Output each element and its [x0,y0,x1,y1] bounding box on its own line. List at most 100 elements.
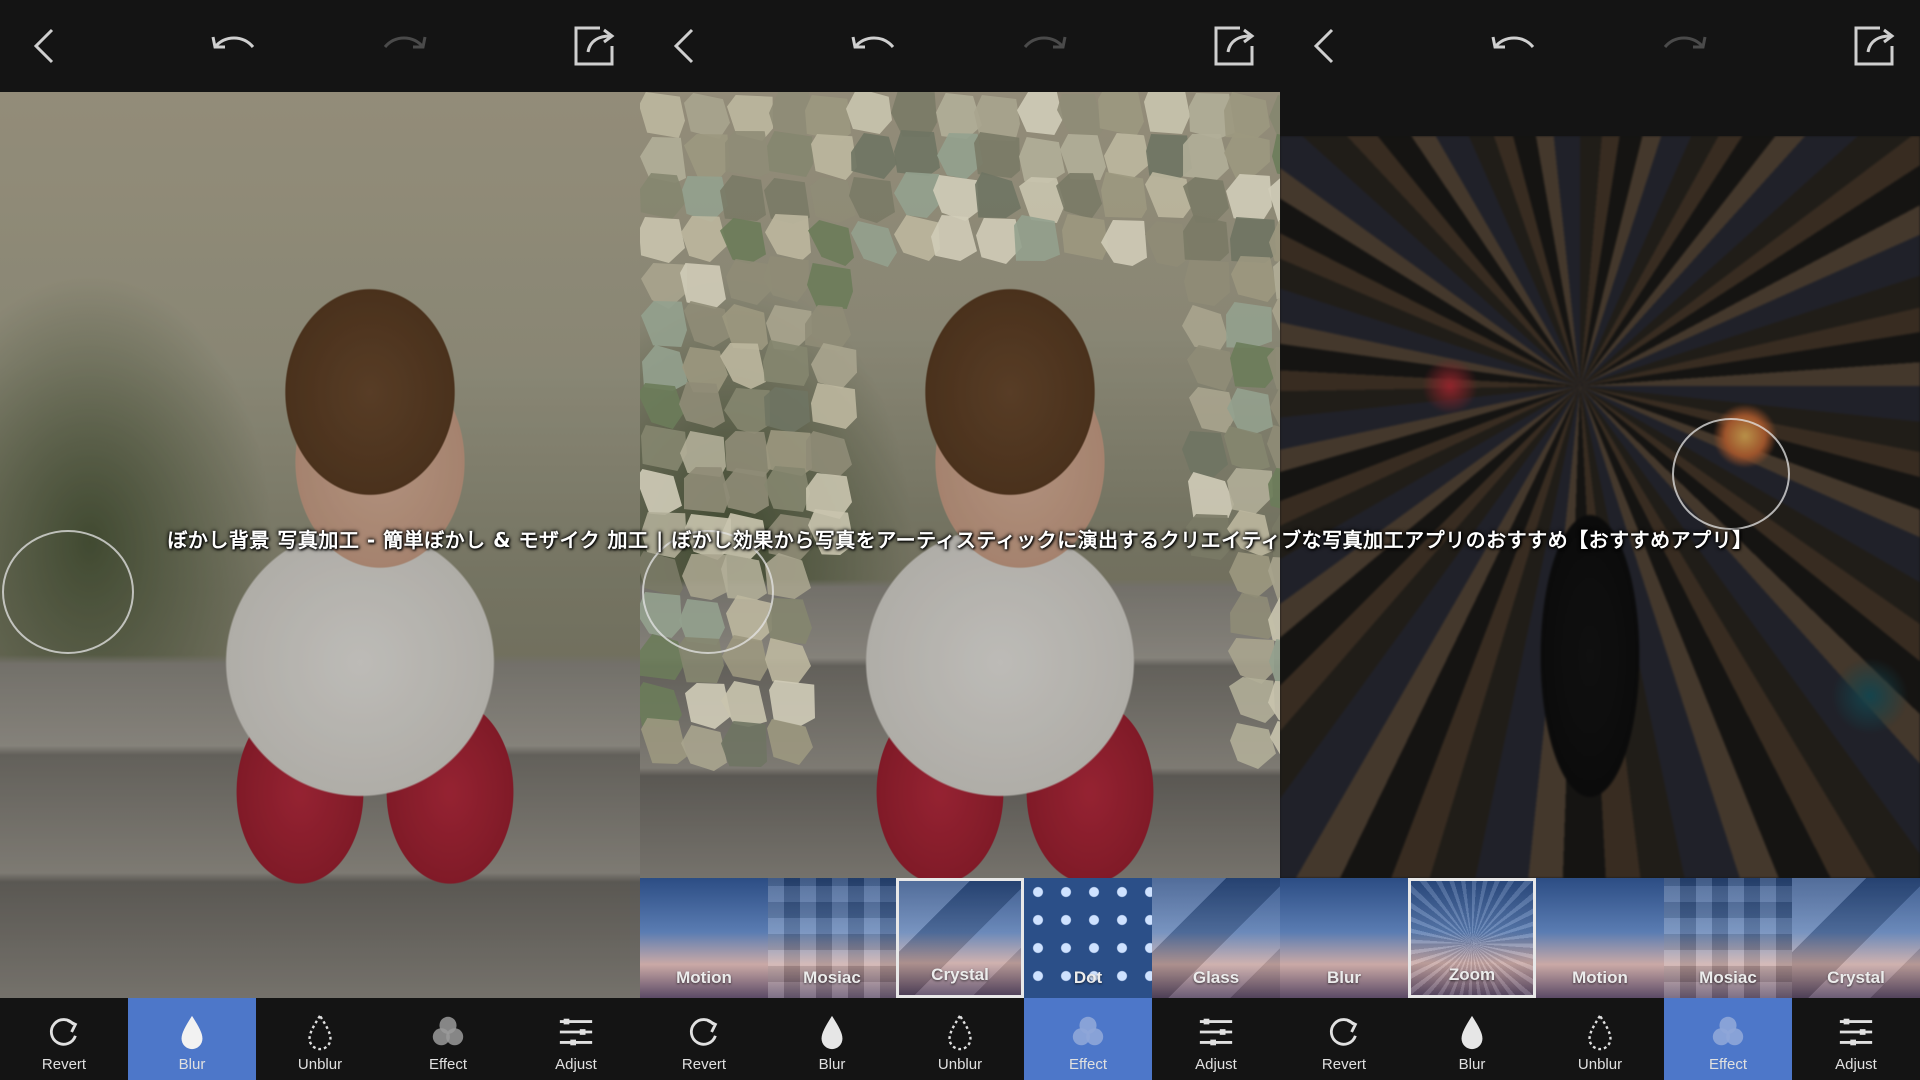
back-arrow-icon[interactable] [656,18,712,74]
tool-label: Blur [1458,1056,1486,1073]
mosaic-tile [640,469,682,515]
tool-label: Adjust [1835,1056,1877,1073]
tool-effect[interactable]: Effect [384,998,512,1080]
effect-crystal[interactable]: Crystal [1792,878,1920,998]
mosaic-tile [1226,302,1272,348]
tool-bar: Revert Blur Unblur Effect Adjust [640,998,1280,1080]
effect-circles-icon [1708,1012,1748,1052]
mosaic-tile [1224,426,1270,472]
tool-blur[interactable]: Blur [1408,998,1536,1080]
mosaic-tile [725,131,771,177]
mosaic-tile [767,719,813,765]
mosaic-tile [1183,177,1229,223]
mosaic-tile [721,681,767,727]
undo-icon[interactable] [1486,18,1542,74]
mosaic-tile [894,130,940,176]
mosaic-tile [722,304,768,350]
tool-effect[interactable]: Effect [1024,998,1152,1080]
photo-image [1280,136,1920,878]
undo-icon[interactable] [206,18,262,74]
mosaic-tile [684,134,730,180]
touch-brush-indicator[interactable] [1672,418,1790,530]
effect-mosiac[interactable]: Mosiac [768,878,896,998]
mosaic-tile [808,220,854,266]
tool-label: Adjust [1195,1056,1237,1073]
tool-label: Unblur [1577,1056,1623,1073]
sliders-icon [1836,1012,1876,1052]
effect-motion[interactable]: Motion [1536,878,1664,998]
tool-adjust[interactable]: Adjust [1792,998,1920,1080]
redo-icon[interactable] [376,18,432,74]
tool-blur[interactable]: Blur [768,998,896,1080]
droplet-icon [812,1012,852,1052]
mosaic-tile [1056,173,1102,219]
effect-label: Glass [1192,968,1240,987]
effect-strip: Motion Mosiac Crystal Dot Glass [640,878,1280,998]
mosaic-tile [1224,132,1270,178]
effect-blur[interactable]: Blur [1280,878,1408,998]
tool-blur[interactable]: Blur [128,998,256,1080]
mosaic-tile [763,340,809,386]
effect-glass[interactable]: Glass [1152,878,1280,998]
mosaic-tile [1101,220,1147,266]
mosaic-tile [1019,137,1065,183]
mosaic-tile [641,301,687,347]
effect-crystal[interactable]: Crystal [896,878,1024,998]
tool-unblur[interactable]: Unblur [896,998,1024,1080]
tool-revert[interactable]: Revert [0,998,128,1080]
mosaic-tile [769,680,815,726]
mosaic-tile [811,383,857,429]
mosaic-tile [933,175,979,221]
mosaic-tile [641,718,687,764]
tool-label: Effect [1708,1056,1748,1073]
mosaic-tile [1272,134,1280,180]
mosaic-tile [1231,256,1277,302]
back-arrow-icon[interactable] [16,18,72,74]
redo-icon[interactable] [1656,18,1712,74]
mosaic-tile [640,217,685,263]
effect-label: Crystal [931,965,989,984]
mosaic-tile [1188,472,1234,518]
mosaic-tile [1184,260,1230,306]
undo-icon[interactable] [846,18,902,74]
share-icon[interactable] [568,18,624,74]
mosaic-tile [1228,638,1274,684]
mosaic-tile [1062,214,1108,260]
tool-unblur[interactable]: Unblur [256,998,384,1080]
share-icon[interactable] [1208,18,1264,74]
tool-revert[interactable]: Revert [640,998,768,1080]
dotted-droplet-icon [1580,1012,1620,1052]
effect-label: Zoom [1448,965,1496,984]
share-icon[interactable] [1848,18,1904,74]
photo-canvas[interactable] [640,92,1280,878]
mosaic-tile [767,131,813,177]
photo-canvas[interactable] [1280,136,1920,878]
tool-effect[interactable]: Effect [1664,998,1792,1080]
back-arrow-icon[interactable] [1296,18,1352,74]
tool-unblur[interactable]: Unblur [1536,998,1664,1080]
mosaic-tile [640,383,684,429]
tool-revert[interactable]: Revert [1280,998,1408,1080]
overlay-caption: ぼかし背景 写真加工 - 簡単ぼかし & モザイク 加工 | ぼかし効果から写真… [167,528,1753,552]
effect-zoom[interactable]: Zoom [1408,878,1536,998]
effect-motion[interactable]: Motion [640,878,768,998]
tool-adjust[interactable]: Adjust [1152,998,1280,1080]
redo-icon[interactable] [1016,18,1072,74]
effect-mosiac[interactable]: Mosiac [1664,878,1792,998]
mosaic-tile [1272,298,1280,344]
tool-adjust[interactable]: Adjust [512,998,640,1080]
mosaic-tile [1183,134,1229,180]
mosaic-tile [1182,305,1228,351]
sliders-icon [1196,1012,1236,1052]
mosaic-tile [1224,92,1270,138]
tool-bar: Revert Blur Unblur Effect Adjust [0,998,640,1080]
top-toolbar [1280,0,1920,92]
mosaic-tile [1230,217,1276,263]
droplet-icon [1452,1012,1492,1052]
effect-dot[interactable]: Dot [1024,878,1152,998]
mosaic-tile [721,721,767,767]
mosaic-tile [1145,172,1191,218]
mosaic-tile [1183,215,1229,261]
mosaic-tile [974,132,1020,178]
tool-label: Blur [818,1056,846,1073]
